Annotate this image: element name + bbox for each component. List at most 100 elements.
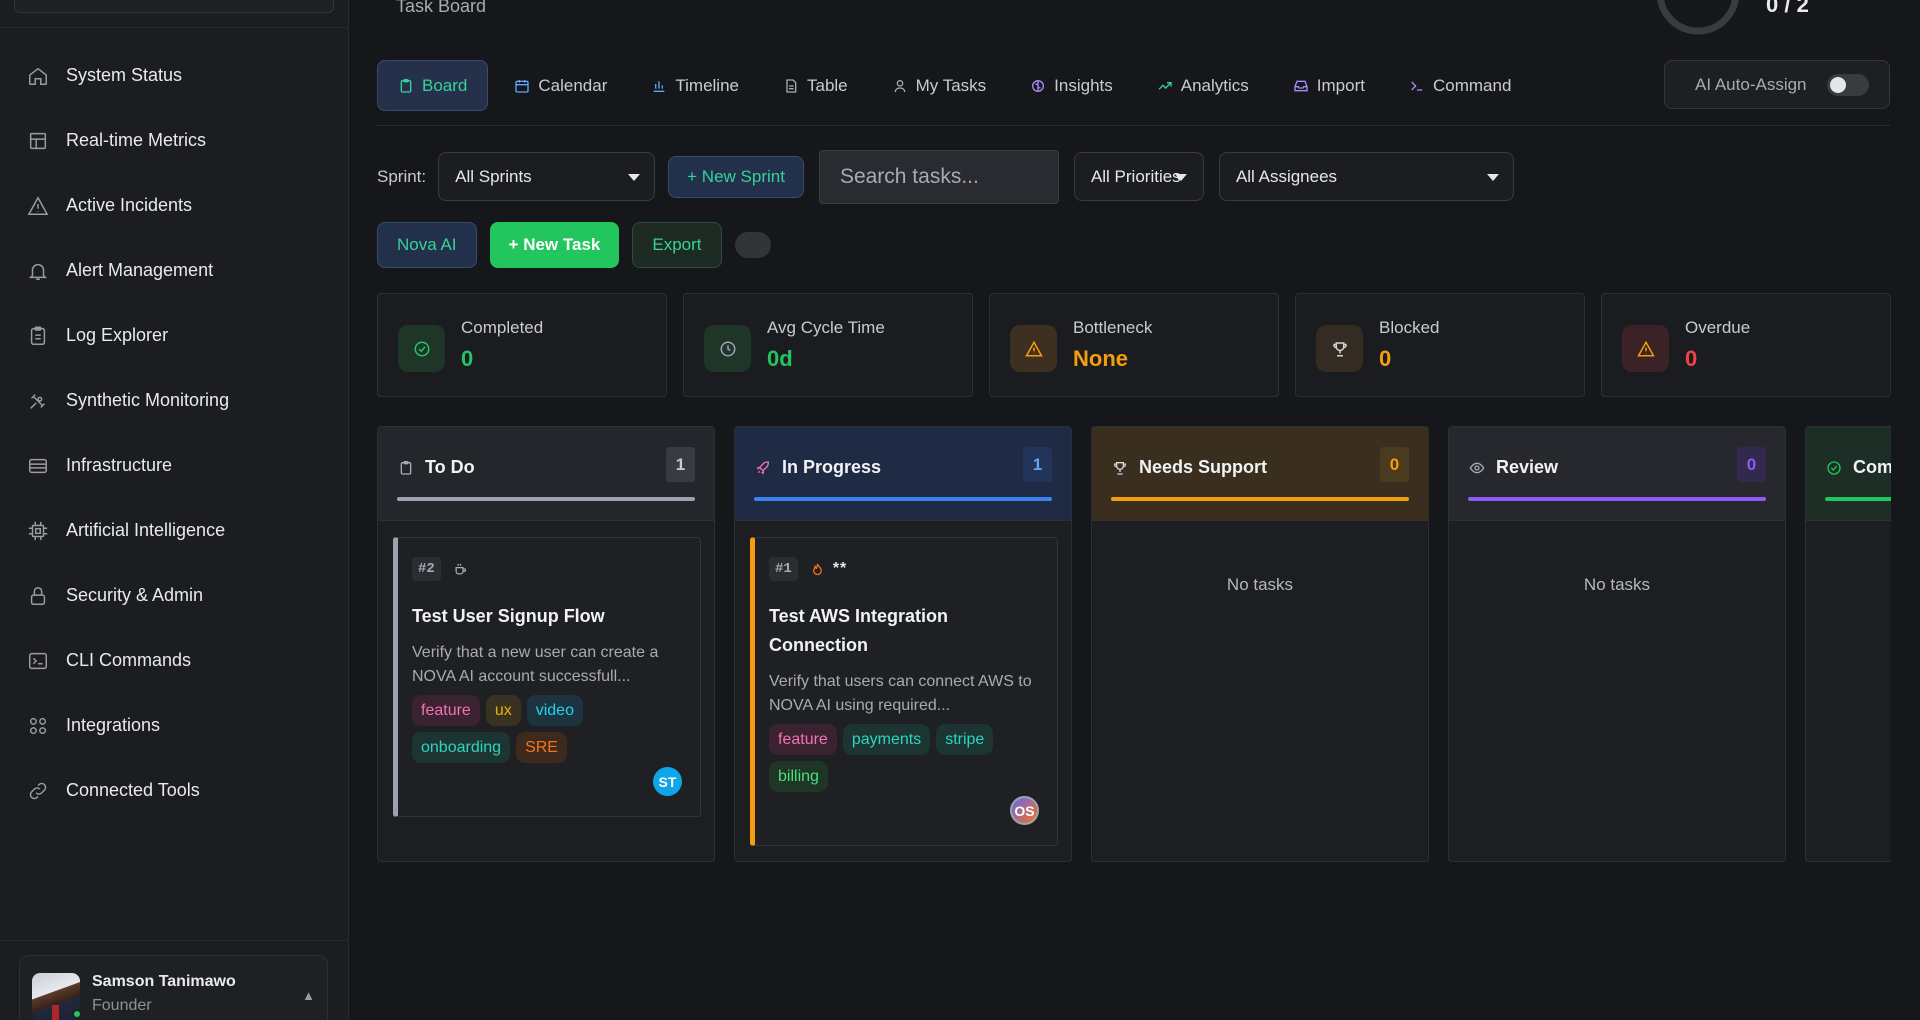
sidebar-item-label: Real-time Metrics xyxy=(66,130,207,150)
column-title: In Progress xyxy=(782,457,882,477)
tag[interactable]: video xyxy=(526,695,583,726)
chevron-up-icon[interactable]: ▲ xyxy=(302,988,315,1003)
ai-auto-assign-toggle[interactable] xyxy=(1827,74,1869,96)
tab-label: Timeline xyxy=(675,75,739,95)
column-header: To Do 1 xyxy=(378,427,714,521)
tab-label: Import xyxy=(1316,75,1365,95)
sprint-select[interactable]: All Sprints xyxy=(438,152,656,201)
sidebar-item-infrastructure[interactable]: Infrastructure xyxy=(0,433,349,498)
stat-value: 0 xyxy=(1379,346,1392,371)
column-count: 1 xyxy=(666,447,695,482)
tag[interactable]: billing xyxy=(769,761,828,792)
sidebar-item-alert-management[interactable]: Alert Management xyxy=(0,238,349,303)
eye-icon xyxy=(1469,460,1485,476)
column-header: In Progress 1 xyxy=(735,427,1071,521)
task-id: #1 xyxy=(769,557,798,581)
nova-ai-button[interactable]: Nova AI xyxy=(377,222,477,268)
sidebar-item-synthetic-monitoring[interactable]: Synthetic Monitoring xyxy=(0,368,349,433)
tag[interactable]: feature xyxy=(412,695,480,726)
tag[interactable]: payments xyxy=(842,724,931,755)
cpu-icon xyxy=(27,520,49,542)
new-task-button[interactable]: + New Task xyxy=(489,222,620,268)
tab-timeline[interactable]: Timeline xyxy=(633,60,757,111)
tab-table[interactable]: Table xyxy=(765,60,866,111)
stats-row: Completed 0 Avg Cycle Time 0d Bottleneck… xyxy=(377,293,1891,397)
tab-label: My Tasks xyxy=(915,75,987,95)
sidebar-search-box[interactable] xyxy=(14,0,334,13)
sidebar-item-integrations[interactable]: Integrations xyxy=(0,693,349,758)
tab-my-tasks[interactable]: My Tasks xyxy=(874,60,1005,111)
tab-label: Insights xyxy=(1054,75,1113,95)
sidebar-item-system-status[interactable]: System Status xyxy=(0,43,349,108)
trophy-icon xyxy=(1112,460,1128,476)
stat-value: 0d xyxy=(767,346,793,371)
sidebar-divider xyxy=(0,27,349,28)
task-card[interactable]: #2 Test User Signup Flow Verify that a n… xyxy=(393,537,701,817)
document-icon xyxy=(783,78,799,94)
prompt-icon xyxy=(1409,78,1425,94)
avatar xyxy=(32,973,82,1020)
priority-stars: ** xyxy=(832,560,848,577)
check-circle-icon xyxy=(1826,460,1842,476)
user-icon xyxy=(892,78,908,94)
tab-board[interactable]: Board xyxy=(377,60,489,111)
assignee-select[interactable]: All Assignees xyxy=(1218,152,1514,201)
sidebar-item-security-admin[interactable]: Security & Admin xyxy=(0,563,349,628)
task-title: Test User Signup Flow xyxy=(412,606,605,626)
stat-completed: Completed 0 xyxy=(377,293,667,397)
column-header: Com xyxy=(1806,427,1891,521)
task-tags: feature ux video onboarding SRE xyxy=(412,695,686,769)
column-title: Review xyxy=(1496,457,1559,477)
tab-calendar[interactable]: Calendar xyxy=(496,60,625,111)
assignee-avatar[interactable]: ST xyxy=(653,767,682,796)
lock-icon xyxy=(27,585,49,607)
sidebar-item-cli-commands[interactable]: CLI Commands xyxy=(0,628,349,693)
tag[interactable]: onboarding xyxy=(412,732,511,763)
tag[interactable]: feature xyxy=(769,724,837,755)
layout-icon xyxy=(27,130,49,152)
sidebar-item-artificial-intelligence[interactable]: Artificial Intelligence xyxy=(0,498,349,563)
column-count: 0 xyxy=(1380,447,1409,482)
sidebar-item-realtime-metrics[interactable]: Real-time Metrics xyxy=(0,108,349,173)
column-needs-support: Needs Support 0 No tasks xyxy=(1091,426,1429,862)
user-profile-card[interactable]: Samson Tanimawo Founder ▲ xyxy=(19,955,328,1020)
assignee-select-value: All Assignees xyxy=(1235,166,1338,186)
column-title: Needs Support xyxy=(1139,457,1268,477)
online-status-dot xyxy=(72,1009,82,1019)
tab-analytics[interactable]: Analytics xyxy=(1139,60,1267,111)
task-id: #2 xyxy=(412,557,441,581)
sidebar-item-label: System Status xyxy=(66,65,183,85)
tag[interactable]: stripe xyxy=(936,724,994,755)
column-count: 0 xyxy=(1737,447,1766,482)
flame-icon xyxy=(810,562,825,577)
tag[interactable]: ux xyxy=(485,695,521,726)
sidebar-nav: System Status Real-time Metrics Active I… xyxy=(0,43,349,823)
sidebar-item-log-explorer[interactable]: Log Explorer xyxy=(0,303,349,368)
sidebar-item-connected-tools[interactable]: Connected Tools xyxy=(0,758,349,823)
tab-insights[interactable]: Insights xyxy=(1012,60,1131,111)
column-count: 1 xyxy=(1023,447,1052,482)
new-sprint-button[interactable]: + New Sprint xyxy=(668,155,804,198)
ai-auto-assign-label: AI Auto-Assign xyxy=(1695,74,1807,94)
tab-command[interactable]: Command xyxy=(1391,60,1529,111)
assignee-avatar[interactable]: OS xyxy=(1010,796,1039,825)
sidebar-item-label: Connected Tools xyxy=(66,780,200,800)
empty-column-message: No tasks xyxy=(1226,575,1294,594)
link-icon xyxy=(27,780,49,802)
trophy-icon xyxy=(1316,325,1363,372)
empty-column-message: No tasks xyxy=(1583,575,1651,594)
action-bar: Nova AI + New Task Export xyxy=(377,222,784,268)
view-toggle-button[interactable] xyxy=(734,232,771,258)
export-button[interactable]: Export xyxy=(632,222,722,268)
tag[interactable]: SRE xyxy=(516,732,567,763)
task-description: Verify that a new user can create a NOVA… xyxy=(412,644,659,685)
column-accent-bar xyxy=(1111,497,1409,501)
priority-select[interactable]: All Priorities xyxy=(1073,152,1204,201)
stat-value: None xyxy=(1073,346,1128,371)
tab-import[interactable]: Import xyxy=(1275,60,1383,111)
sidebar-item-active-incidents[interactable]: Active Incidents xyxy=(0,173,349,238)
search-input[interactable] xyxy=(818,149,1059,204)
task-card[interactable]: #1 ** Test AWS Integration Connection Ve… xyxy=(750,537,1058,846)
column-accent-bar xyxy=(1468,497,1766,501)
sidebar-item-label: Security & Admin xyxy=(66,585,204,605)
